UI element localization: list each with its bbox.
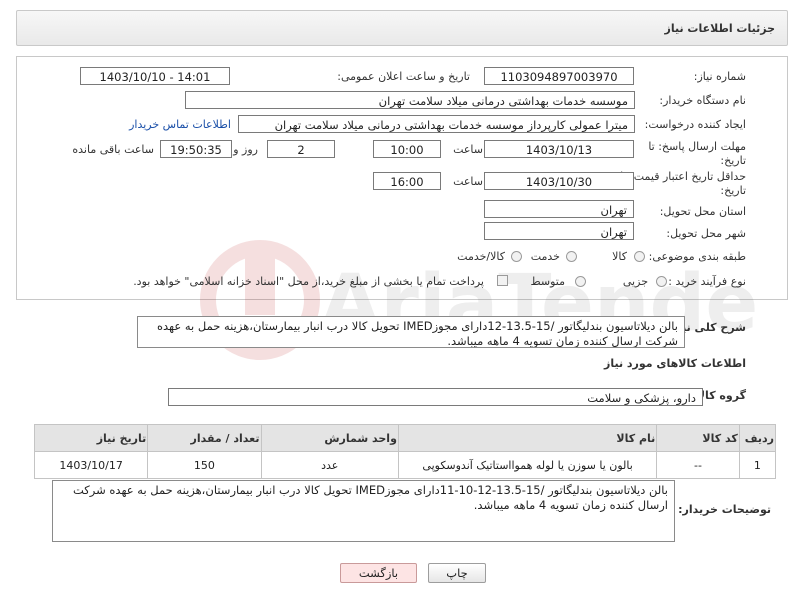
goods-table-header: ردیف کد کالا نام کالا واحد شمارش تعداد /… [33,424,777,452]
category-service-label: خدمت [530,250,560,263]
category-goods-label: کالا [612,250,627,263]
process-label: نوع فرآیند خرید : [668,275,746,288]
reply-date-field[interactable]: 1403/10/13 [484,140,634,158]
price-time-label: ساعت [453,175,483,188]
table-row[interactable]: 1 -- بالون یا سوزن یا لوله هموااستاتیک آ… [33,451,777,479]
description-textarea[interactable]: بالن دیلاتاسیون بندلیگاتور /15-13.5-12دا… [137,316,685,348]
cell-date: 1403/10/17 [33,451,149,479]
payment-note: پرداخت تمام یا بخشی از مبلغ خرید،از محل … [133,275,484,288]
days-field[interactable]: 2 [267,140,335,158]
days-label: روز و [233,143,258,156]
back-button[interactable]: بازگشت [340,563,417,583]
province-field[interactable]: تهران [484,200,634,218]
cell-row: 1 [738,451,777,479]
goods-table: ردیف کد کالا نام کالا واحد شمارش تعداد /… [33,424,777,479]
process-medium-label: متوسط [530,275,565,288]
creator-field[interactable]: میترا عمولی کارپرداز موسسه خدمات بهداشتی… [238,115,635,133]
need-number-field[interactable]: 1103094897003970 [484,67,634,85]
category-radio-service[interactable] [566,251,577,262]
category-radio-goods[interactable] [634,251,645,262]
buyer-field[interactable]: موسسه خدمات بهداشتی درمانی میلاد سلامت ت… [185,91,635,109]
buyer-notes-textarea[interactable]: بالن دیلاتاسیون بندلیگاتور /15-13.5-12-1… [52,480,675,542]
price-validity-label: حداقل تاریخ اعتبار قیمت: تا تاریخ: [620,170,746,197]
price-time-field[interactable]: 16:00 [373,172,441,190]
city-field[interactable]: تهران [484,222,634,240]
announce-field[interactable]: 1403/10/10 - 14:01 [80,67,230,85]
buyer-label: نام دستگاه خریدار: [659,94,746,107]
cell-quantity: 150 [147,451,262,479]
print-button[interactable]: چاپ [428,563,486,583]
category-goods-service-label: کالا/خدمت [457,250,505,263]
reply-time-label: ساعت [453,143,483,156]
creator-label: ایجاد کننده درخواست: [644,118,746,131]
treasury-checkbox[interactable] [497,275,508,286]
col-code: کد کالا [656,424,740,452]
col-quantity: تعداد / مقدار [147,424,262,452]
goods-group-field[interactable]: دارو، پزشکی و سلامت [168,388,703,406]
col-row: ردیف [738,424,777,452]
category-label: طبقه بندی موضوعی: [648,250,746,263]
category-radio-goods-service[interactable] [511,251,522,262]
remaining-label: ساعت باقی مانده [72,143,154,156]
province-label: استان محل تحویل: [659,205,746,218]
cell-unit: عدد [260,451,399,479]
need-number-label: شماره نیاز: [693,70,746,83]
col-date: تاریخ نیاز [33,424,149,452]
col-unit: واحد شمارش [260,424,399,452]
reply-time-field[interactable]: 10:00 [373,140,441,158]
process-radio-medium[interactable] [575,276,586,287]
reply-deadline-label: مهلت ارسال پاسخ: تا تاریخ: [648,140,746,167]
price-date-field[interactable]: 1403/10/30 [484,172,634,190]
goods-section-title: اطلاعات کالاهای مورد نیاز [604,357,746,370]
city-label: شهر محل تحویل: [666,227,746,240]
page-header: جزئیات اطلاعات نیاز [16,10,788,46]
process-radio-minor[interactable] [656,276,667,287]
process-minor-label: جزیی [622,275,648,288]
page-title: جزئیات اطلاعات نیاز [664,22,776,35]
announce-label: تاریخ و ساعت اعلان عمومی: [337,70,470,83]
buyer-notes-label: توضیحات خریدار: [678,503,771,516]
contact-info-link[interactable]: اطلاعات تماس خریدار [129,118,231,131]
cell-name: بالون یا سوزن یا لوله هموااستاتیک آندوسک… [397,451,658,479]
cell-code: -- [656,451,740,479]
col-name: نام کالا [397,424,658,452]
remaining-time-field[interactable]: 19:50:35 [160,140,232,158]
